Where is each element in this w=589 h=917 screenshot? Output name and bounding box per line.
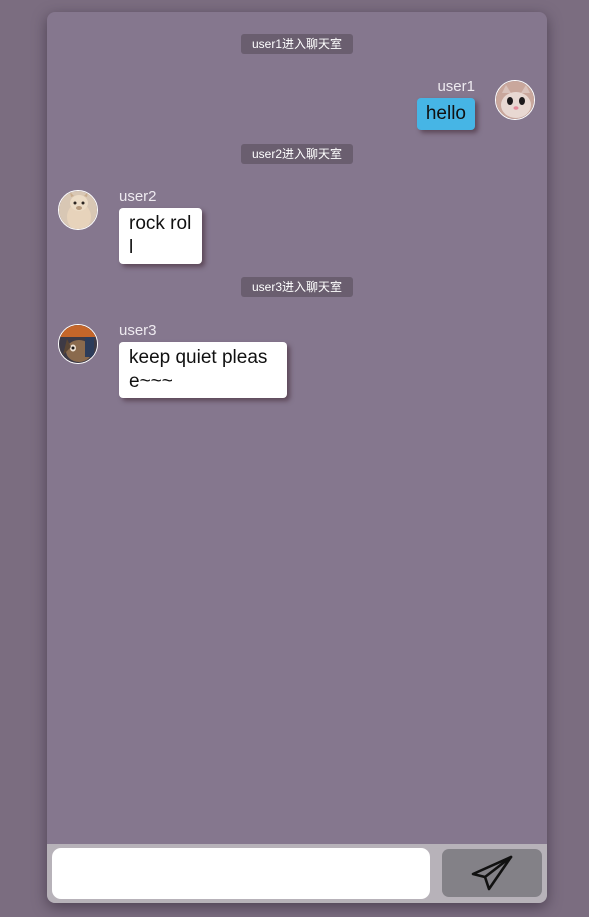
system-notice: user2进入聊天室 bbox=[241, 144, 353, 164]
system-notice: user3进入聊天室 bbox=[241, 277, 353, 297]
chat-window: user1进入聊天室 user1 hello user2进入聊天室 user2 … bbox=[47, 12, 547, 903]
message-username: user2 bbox=[119, 188, 157, 205]
avatar-user3[interactable] bbox=[58, 324, 98, 364]
message-bubble: keep quiet please~~~ bbox=[119, 342, 287, 398]
paper-plane-icon bbox=[471, 855, 513, 891]
message-bubble: hello bbox=[416, 98, 475, 130]
avatar-user1[interactable] bbox=[495, 80, 535, 120]
avatar-user2[interactable] bbox=[58, 190, 98, 230]
send-button[interactable] bbox=[442, 849, 542, 897]
message-input[interactable] bbox=[52, 848, 430, 899]
system-notice: user1进入聊天室 bbox=[241, 34, 353, 54]
dog-photo-icon bbox=[59, 325, 97, 363]
cat-photo-icon bbox=[496, 81, 534, 119]
message-username: user3 bbox=[119, 322, 157, 339]
alpaca-photo-icon bbox=[59, 191, 97, 229]
message-list[interactable]: user1进入聊天室 user1 hello user2进入聊天室 user2 … bbox=[47, 12, 547, 844]
message-bubble: rock roll bbox=[119, 208, 202, 264]
composer-bar bbox=[47, 844, 547, 903]
message-username: user1 bbox=[437, 78, 475, 95]
